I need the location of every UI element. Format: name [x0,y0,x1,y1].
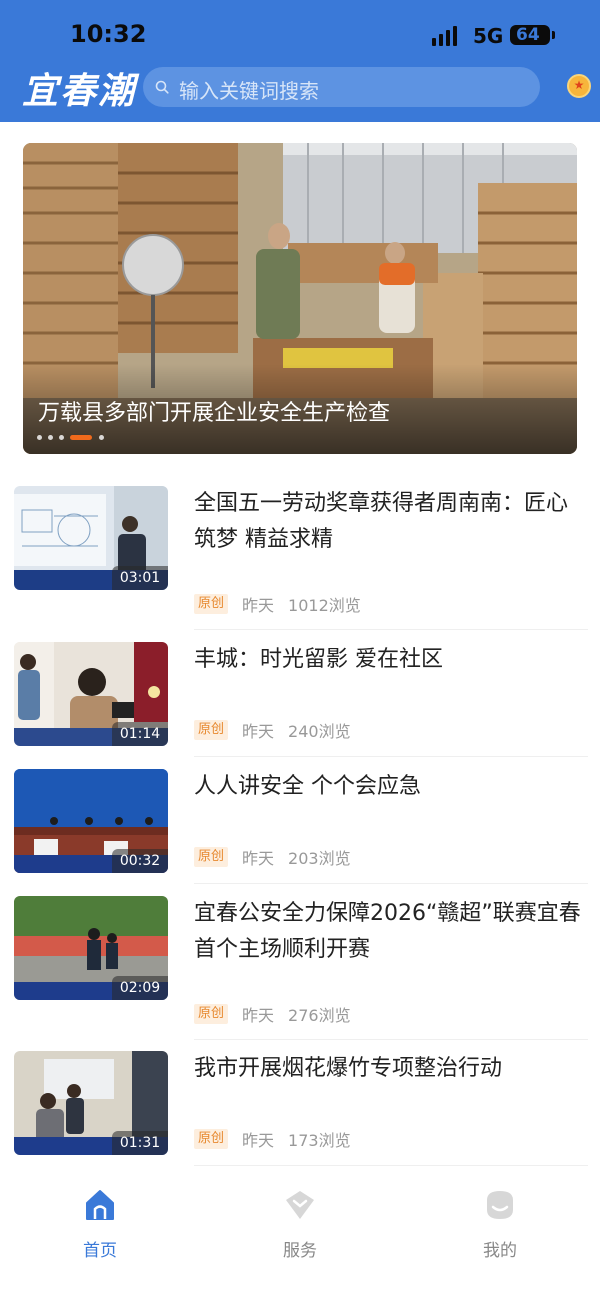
original-tag: 原创 [194,1004,229,1024]
news-thumbnail[interactable]: 00:32 [14,769,168,873]
news-thumbnail[interactable]: 01:14 [14,642,168,746]
search-placeholder: 输入关键词搜索 [179,79,319,103]
video-duration: 02:09 [112,976,168,1000]
news-views: 173浏览 [288,1131,351,1150]
signal-icon [432,26,464,46]
tab-home-label: 首页 [83,1241,117,1261]
carousel-dot[interactable] [59,435,64,440]
news-time: 昨天 [242,849,275,868]
news-item[interactable]: 01:14 丰城：时光留影 爱在社区 原创 昨天 240浏览 [14,642,588,752]
news-item[interactable]: 00:32 人人讲安全 个个会应急 原创 昨天 203浏览 [14,769,588,879]
network-type: 5G [473,24,504,48]
bottom-tab-bar: 首页 服务 我的 [0,1178,600,1299]
tab-profile[interactable]: 我的 [440,1188,560,1261]
tab-profile-label: 我的 [483,1241,517,1261]
divider [194,883,588,884]
carousel-dot[interactable] [99,435,104,440]
banner-carousel[interactable]: 万载县多部门开展企业安全生产检查 [23,143,577,454]
battery-level: 64 [516,25,540,45]
carousel-dot[interactable] [48,435,53,440]
news-meta: 原创 昨天 173浏览 [194,1127,351,1150]
banner-title[interactable]: 万载县多部门开展企业安全生产检查 [38,395,390,427]
news-title[interactable]: 宜春公安全力保障2026“赣超”联赛宜春首个主场顺利开赛 [194,896,588,968]
news-time: 昨天 [242,1131,275,1150]
news-thumbnail[interactable]: 01:31 [14,1051,168,1155]
news-item[interactable]: 01:31 我市开展烟花爆竹专项整治行动 原创 昨天 173浏览 [14,1051,588,1161]
original-tag: 原创 [194,847,229,867]
original-tag: 原创 [194,594,229,614]
news-title[interactable]: 我市开展烟花爆竹专项整治行动 [194,1051,588,1087]
news-thumbnail[interactable]: 03:01 [14,486,168,590]
news-title[interactable]: 丰城：时光留影 爱在社区 [194,642,588,678]
news-meta: 原创 昨天 240浏览 [194,718,351,741]
video-duration: 03:01 [112,566,168,590]
news-thumbnail[interactable]: 02:09 [14,896,168,1000]
news-title[interactable]: 全国五一劳动奖章获得者周南南：匠心筑梦 精益求精 [194,486,588,558]
news-item[interactable]: 03:01 全国五一劳动奖章获得者周南南：匠心筑梦 精益求精 原创 昨天 1012浏… [14,486,588,626]
news-time: 昨天 [242,722,275,741]
carousel-dot[interactable] [37,435,42,440]
video-duration: 00:32 [112,849,168,873]
divider [194,756,588,757]
divider [194,1165,588,1166]
news-views: 276浏览 [288,1006,351,1025]
battery-tip [552,31,555,39]
status-bar: 10:32 5G 64 [0,0,600,60]
news-item[interactable]: 02:09 宜春公安全力保障2026“赣超”联赛宜春首个主场顺利开赛 原创 昨天 2… [14,896,588,1036]
news-time: 昨天 [242,1006,275,1025]
search-bar[interactable]: 输入关键词搜索 [143,67,540,107]
original-tag: 原创 [194,1129,229,1149]
tab-service-label: 服务 [283,1241,317,1261]
divider [194,1039,588,1040]
search-icon [155,80,169,94]
news-time: 昨天 [242,596,275,615]
battery-icon: 64 [510,25,550,45]
video-duration: 01:14 [112,722,168,746]
news-views: 203浏览 [288,849,351,868]
service-icon [286,1191,314,1219]
app-header: 10:32 5G 64 宜春潮 输入关键词搜索 ★ [0,0,600,122]
news-meta: 原创 昨天 276浏览 [194,1002,351,1025]
carousel-dot-active[interactable] [70,435,92,440]
home-icon [86,1190,114,1220]
app-logo[interactable]: 宜春潮 [22,62,136,114]
news-meta: 原创 昨天 203浏览 [194,845,351,868]
news-views: 1012浏览 [288,596,361,615]
medal-icon[interactable]: ★ [567,74,591,98]
original-tag: 原创 [194,720,229,740]
tab-home[interactable]: 首页 [40,1188,160,1261]
divider [194,629,588,630]
star-icon: ★ [573,78,585,92]
video-duration: 01:31 [112,1131,168,1155]
news-views: 240浏览 [288,722,351,741]
tab-service[interactable]: 服务 [240,1188,360,1261]
status-time: 10:32 [70,20,147,48]
profile-icon [487,1191,513,1219]
news-meta: 原创 昨天 1012浏览 [194,592,361,615]
news-title[interactable]: 人人讲安全 个个会应急 [194,769,588,805]
